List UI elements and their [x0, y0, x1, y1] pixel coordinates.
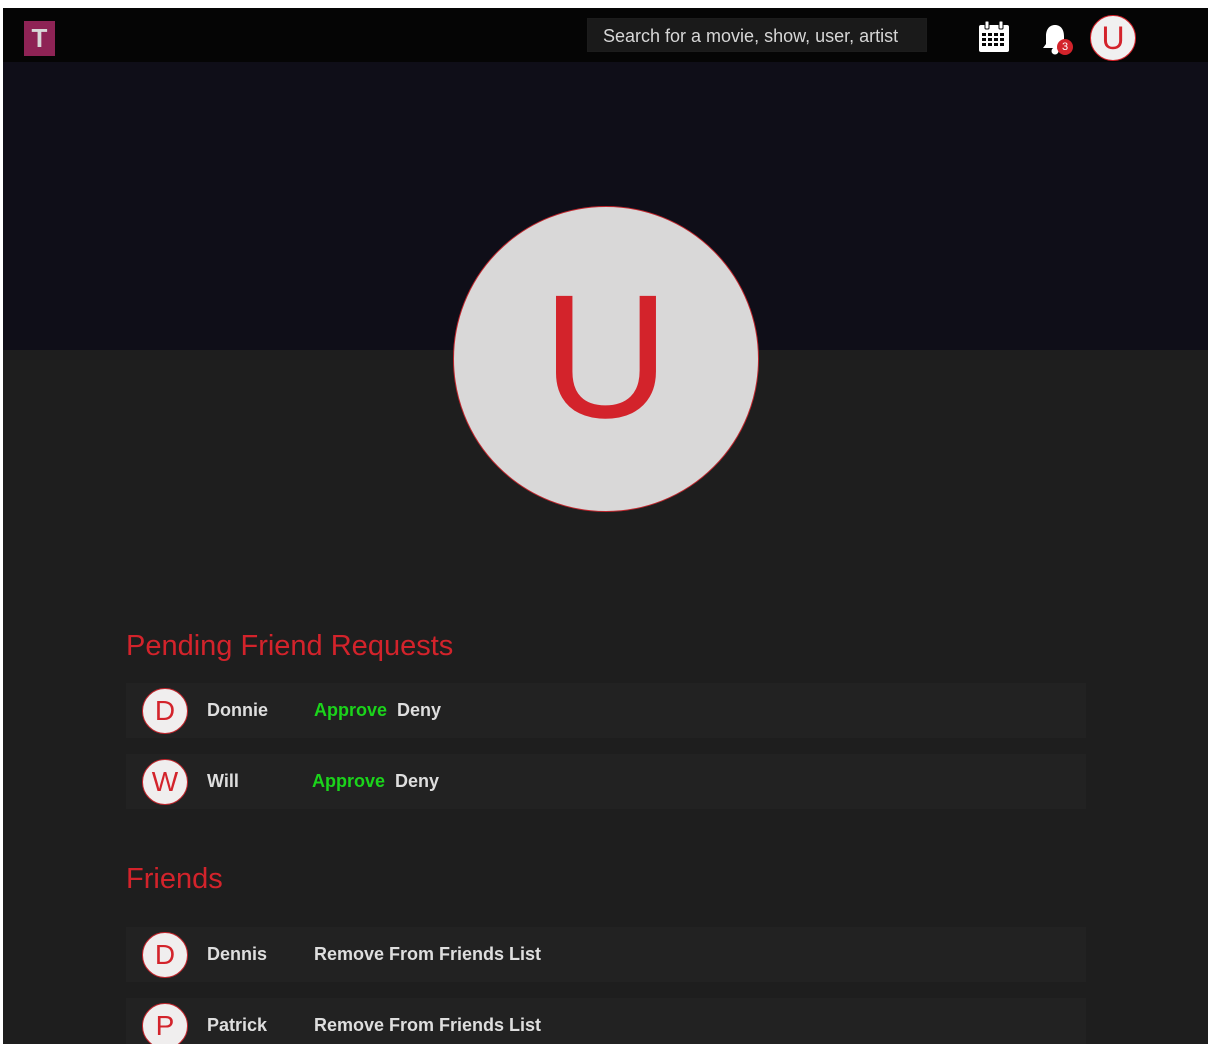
top-navbar: T Search for a movie, show, user, artist… — [3, 8, 1208, 62]
friend-avatar: D — [142, 688, 188, 734]
approve-button[interactable]: Approve — [314, 683, 387, 738]
friend-row: D Dennis Remove From Friends List — [126, 927, 1086, 982]
pending-requests-title: Pending Friend Requests — [126, 630, 454, 662]
friends-title: Friends — [126, 863, 223, 895]
pending-request-row: D Donnie Approve Deny — [126, 683, 1086, 738]
pending-request-row: W Will Approve Deny — [126, 754, 1086, 809]
user-avatar[interactable]: U — [1090, 15, 1136, 61]
friend-name: Will — [207, 771, 239, 791]
friend-avatar: P — [142, 1003, 188, 1044]
remove-friend-button[interactable]: Remove From Friends List — [314, 927, 541, 982]
friend-row: P Patrick Remove From Friends List — [126, 998, 1086, 1044]
logo[interactable]: T — [24, 21, 55, 56]
remove-friend-button[interactable]: Remove From Friends List — [314, 998, 541, 1044]
friend-name: Patrick — [207, 1015, 268, 1035]
app-frame: T Search for a movie, show, user, artist… — [3, 8, 1208, 1044]
deny-button[interactable]: Deny — [395, 754, 439, 809]
friend-name: Donnie — [207, 700, 268, 720]
friend-avatar: W — [142, 759, 188, 805]
friend-name: Dennis — [207, 944, 268, 964]
friend-avatar: D — [142, 932, 188, 978]
profile-avatar: U — [453, 206, 759, 512]
search-input[interactable]: Search for a movie, show, user, artist — [587, 18, 927, 52]
notification-badge: 3 — [1057, 39, 1073, 55]
calendar-icon[interactable] — [977, 20, 1011, 54]
approve-button[interactable]: Approve — [312, 754, 385, 809]
deny-button[interactable]: Deny — [397, 683, 441, 738]
